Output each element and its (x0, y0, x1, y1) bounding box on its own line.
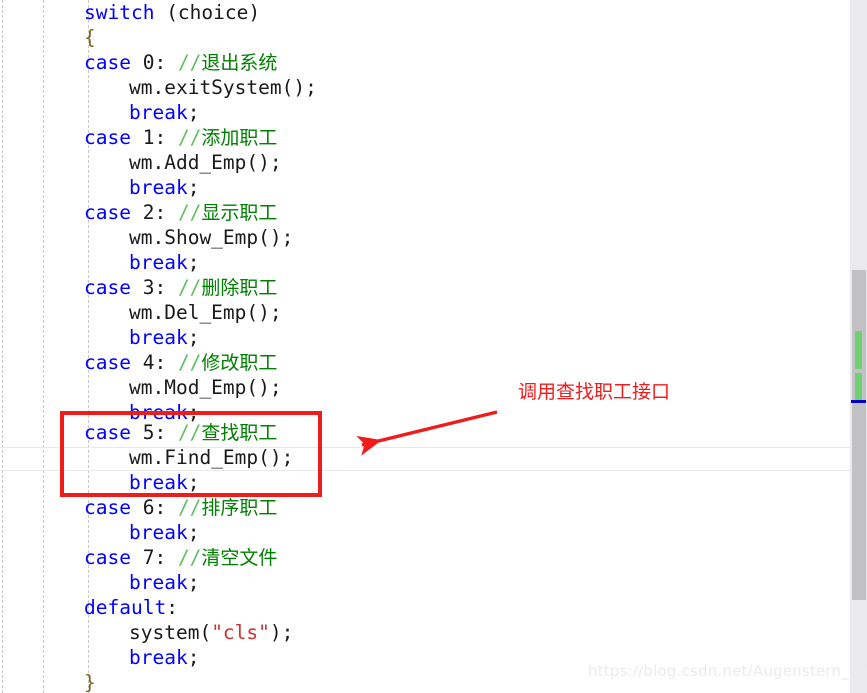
code-token: case (84, 201, 131, 224)
code-token: : (166, 596, 178, 619)
code-token: break (129, 326, 188, 349)
code-token: break (129, 176, 188, 199)
code-line: case 6: //排序职工 (84, 495, 277, 521)
code-token: 6: (130, 496, 178, 519)
code-token: wm.Del_Emp(); (129, 301, 282, 324)
code-token: 排序职工 (201, 497, 278, 519)
code-token: ; (187, 521, 200, 544)
code-token: // (177, 276, 202, 299)
code-token: // (177, 496, 202, 519)
code-token: case (84, 351, 131, 374)
code-line: case 7: //清空文件 (84, 545, 277, 571)
code-token: system( (129, 621, 212, 644)
scrollbar-thumb[interactable] (852, 270, 866, 600)
code-token: // (177, 126, 202, 149)
code-line: case 3: //删除职工 (84, 275, 277, 301)
code-token: 4: (130, 351, 178, 374)
code-token: 删除职工 (201, 277, 278, 299)
code-token: wm.Show_Emp(); (129, 226, 294, 249)
code-token: 退出系统 (201, 52, 278, 74)
code-token: 7: (130, 546, 178, 569)
code-line: wm.exitSystem(); (129, 75, 317, 100)
code-token: ; (187, 176, 200, 199)
code-token: break (129, 101, 188, 124)
code-line: switch (choice) (84, 0, 260, 25)
code-line: break; (129, 520, 199, 545)
code-token: 0: (130, 51, 178, 74)
code-line: wm.Del_Emp(); (129, 300, 282, 325)
code-line: default: (84, 595, 178, 620)
code-token: switch (84, 1, 155, 24)
code-token: wm.Mod_Emp(); (129, 376, 282, 399)
code-token: // (177, 546, 202, 569)
code-token: // (177, 51, 202, 74)
code-token: ); (269, 621, 294, 644)
scrollbar-marker-upper[interactable] (855, 331, 862, 369)
code-token: break (129, 521, 188, 544)
code-line: case 1: //添加职工 (84, 125, 277, 151)
code-token: 添加职工 (201, 127, 278, 149)
code-token: 清空文件 (201, 547, 278, 569)
annotation-label: 调用查找职工接口 (518, 381, 671, 403)
code-token: ; (187, 101, 200, 124)
code-line: break; (129, 250, 199, 275)
code-line: } (84, 670, 96, 693)
code-line: system("cls"); (129, 620, 293, 645)
code-token: ; (187, 571, 200, 594)
watermark-text: https://blog.csdn.net/Augenstern_QXL (588, 662, 867, 680)
vertical-scrollbar[interactable] (850, 0, 867, 693)
code-token: "cls" (211, 621, 270, 644)
code-token: case (84, 126, 131, 149)
code-line: break; (129, 570, 199, 595)
code-token: case (84, 276, 131, 299)
code-token: 显示职工 (201, 202, 278, 224)
code-token: } (84, 671, 96, 693)
scrollbar-cursor-position-marker (851, 400, 866, 403)
code-line: case 4: //修改职工 (84, 350, 277, 376)
code-token: break (129, 571, 188, 594)
code-line: case 2: //显示职工 (84, 200, 277, 226)
code-token: ; (187, 326, 200, 349)
code-line: break; (129, 325, 199, 350)
code-token: 修改职工 (201, 352, 278, 374)
annotation-rectangle (60, 411, 322, 497)
code-line: { (84, 25, 96, 50)
code-token: ; (187, 251, 200, 274)
scrollbar-marker-lower[interactable] (855, 373, 862, 401)
code-token: 1: (130, 126, 178, 149)
code-token: case (84, 496, 131, 519)
code-token: (choice) (154, 1, 261, 24)
code-line: break; (129, 645, 199, 670)
code-token: // (177, 201, 202, 224)
code-token: { (84, 26, 96, 49)
code-token: 2: (130, 201, 178, 224)
code-line: wm.Show_Emp(); (129, 225, 293, 250)
code-token: case (84, 51, 131, 74)
code-line: wm.Add_Emp(); (129, 150, 282, 175)
code-token: ; (187, 646, 200, 669)
code-token: case (84, 546, 131, 569)
code-token: wm.exitSystem(); (129, 76, 317, 99)
code-line: wm.Mod_Emp(); (129, 375, 282, 400)
code-token: // (177, 351, 202, 374)
code-line: case 0: //退出系统 (84, 50, 277, 76)
code-token: default (84, 596, 167, 619)
code-token: wm.Add_Emp(); (129, 151, 282, 174)
code-token: 3: (130, 276, 178, 299)
code-line: break; (129, 100, 199, 125)
code-token: break (129, 251, 188, 274)
code-editor-screenshot: switch (choice){case 0: //退出系统 wm.exitSys… (0, 0, 867, 693)
code-text-area[interactable]: switch (choice){case 0: //退出系统 wm.exitSys… (0, 0, 867, 693)
code-line: break; (129, 175, 199, 200)
code-token: break (129, 646, 188, 669)
